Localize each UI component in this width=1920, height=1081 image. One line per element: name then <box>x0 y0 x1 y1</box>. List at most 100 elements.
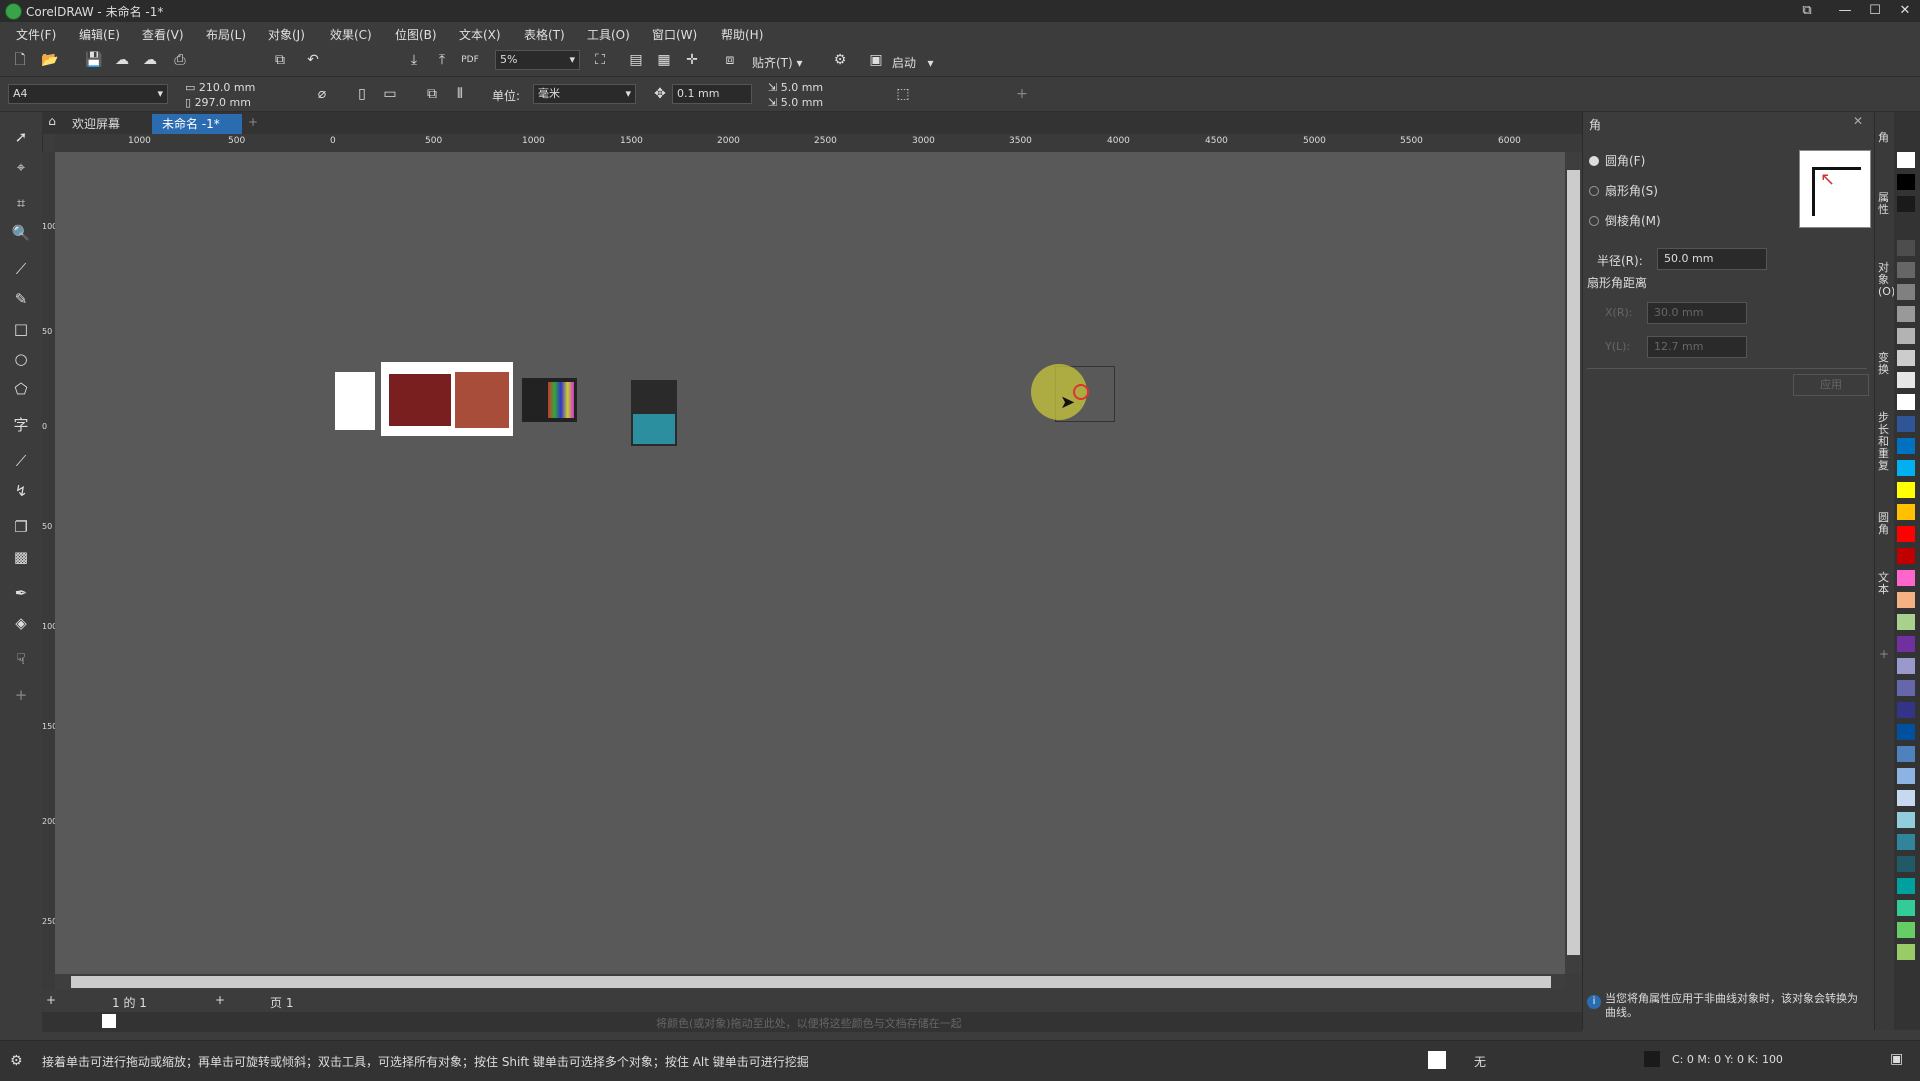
pick-tool-icon[interactable]: ➚ <box>10 126 32 148</box>
rectangle-tool-icon[interactable]: □ <box>10 318 32 340</box>
color-swatch[interactable] <box>1897 790 1915 806</box>
freehand-tool-icon[interactable]: ⟋ <box>10 258 32 280</box>
drop-shadow-tool-icon[interactable]: ❐ <box>10 516 32 538</box>
undo-icon[interactable]: ↶ <box>303 50 323 70</box>
page-width-field[interactable]: ▭ 210.0 mm <box>185 81 295 95</box>
color-swatch[interactable] <box>1897 702 1915 718</box>
copy-icon[interactable]: ⧉ <box>270 50 290 70</box>
color-swatch[interactable] <box>1897 262 1915 278</box>
all-pages-icon[interactable]: ⌀ <box>312 84 332 104</box>
docker-tab-step-repeat[interactable]: 步长和重复 <box>1878 412 1892 472</box>
menu-layout[interactable]: 布局(L) <box>206 26 246 43</box>
color-swatch[interactable] <box>1897 152 1915 168</box>
color-swatch[interactable] <box>1897 174 1915 190</box>
color-swatch[interactable] <box>1897 328 1915 344</box>
launch-dropdown[interactable]: 启动 ▾ <box>892 54 933 71</box>
color-swatch[interactable] <box>1897 350 1915 366</box>
interactive-fill-icon[interactable]: ◈ <box>10 612 32 634</box>
drawing-canvas[interactable]: ➤ <box>55 152 1565 974</box>
maximize-button[interactable]: ☐ <box>1860 0 1890 22</box>
color-swatch[interactable] <box>1897 196 1915 212</box>
artistic-media-icon[interactable]: ✎ <box>10 288 32 310</box>
home-icon[interactable]: ⌂ <box>42 114 62 128</box>
image-object-pencils[interactable] <box>522 378 577 422</box>
menu-effects[interactable]: 效果(C) <box>330 26 372 43</box>
page-border-icon[interactable]: ⬚ <box>893 84 913 104</box>
landscape-icon[interactable]: ▭ <box>380 84 400 104</box>
close-button[interactable]: ✕ <box>1890 0 1920 22</box>
duplicate-y-field[interactable]: ⇲ 5.0 mm <box>768 96 878 110</box>
document-palette[interactable]: 将颜色(或对象)拖动至此处，以便将这些颜色与文档存储在一起 <box>42 1012 1582 1032</box>
restore-panel-icon[interactable]: ⧉ <box>1792 0 1822 22</box>
settings-gear-icon[interactable]: ⚙ <box>10 1053 23 1069</box>
duplicate-x-field[interactable]: ⇲ 5.0 mm <box>768 81 878 95</box>
color-swatch[interactable] <box>1897 614 1915 630</box>
nudge-distance-field[interactable]: 0.1 mm <box>672 84 752 104</box>
connector-tool-icon[interactable]: ↯ <box>10 480 32 502</box>
new-document-icon[interactable]: 🗋 <box>10 50 30 70</box>
menu-tools[interactable]: 工具(O) <box>587 26 630 43</box>
layout-page-icon[interactable]: ⧉ <box>422 84 442 104</box>
new-tab-icon[interactable]: + <box>248 115 258 129</box>
color-swatch[interactable] <box>1897 746 1915 762</box>
menu-view[interactable]: 查看(V) <box>142 26 184 43</box>
color-swatch[interactable] <box>1897 218 1915 234</box>
docker-tab-text[interactable]: 文本 <box>1878 572 1892 596</box>
horizontal-ruler[interactable]: 1000 500 0 500 1000 1500 2000 2500 3000 … <box>55 134 1582 153</box>
pdf-icon[interactable]: PDF <box>460 50 480 70</box>
outline-color-swatch[interactable] <box>1644 1051 1660 1067</box>
cloud-download-icon[interactable]: ☁ <box>112 50 132 70</box>
text-tool-icon[interactable]: 字 <box>10 414 32 436</box>
color-proof-icon[interactable]: ▣ <box>1890 1051 1903 1067</box>
options-gear-icon[interactable]: ⚙ <box>830 50 850 70</box>
unit-select[interactable]: 毫米 ▾ <box>533 84 636 104</box>
tab-document[interactable]: 未命名 -1* <box>152 114 242 134</box>
color-swatch[interactable] <box>1897 548 1915 564</box>
fill-swatch[interactable] <box>1428 1051 1446 1069</box>
color-swatch[interactable] <box>1897 416 1915 432</box>
image-object-card[interactable] <box>631 380 677 446</box>
page-height-field[interactable]: ▯ 297.0 mm <box>185 96 295 110</box>
chamfer-corner-radio[interactable] <box>1589 216 1599 226</box>
round-corner-radio[interactable] <box>1589 156 1599 166</box>
radius-input[interactable]: 50.0 mm <box>1657 248 1767 270</box>
nudge-icon[interactable]: ✥ <box>650 84 670 104</box>
full-screen-icon[interactable]: ⛶ <box>590 50 610 70</box>
dimension-tool-icon[interactable]: ⟋ <box>10 450 32 472</box>
add-icon[interactable]: + <box>1012 84 1032 104</box>
docker-tab-fillet[interactable]: 圆角 <box>1878 512 1892 536</box>
minimize-button[interactable]: — <box>1830 0 1860 22</box>
color-swatch[interactable] <box>1897 658 1915 674</box>
open-icon[interactable]: 📂 <box>40 50 60 70</box>
polygon-tool-icon[interactable]: ⬠ <box>10 378 32 400</box>
color-swatch[interactable] <box>1897 812 1915 828</box>
add-page-after-icon[interactable]: + <box>215 993 225 1007</box>
color-swatch[interactable] <box>1897 394 1915 410</box>
crop-tool-icon[interactable]: ⌗ <box>10 192 32 214</box>
docker-tab-transform[interactable]: 变换 <box>1878 352 1892 376</box>
field2-input[interactable]: 12.7 mm <box>1647 336 1747 358</box>
menu-table[interactable]: 表格(T) <box>524 26 565 43</box>
color-swatch[interactable] <box>1897 724 1915 740</box>
import-icon[interactable]: ⤓ <box>404 50 424 70</box>
tab-welcome-screen[interactable]: 欢迎屏幕 <box>62 114 130 134</box>
ellipse-tool-icon[interactable]: ○ <box>10 348 32 370</box>
snap-icon[interactable]: ⧈ <box>720 50 740 70</box>
docker-close-icon[interactable]: ✕ <box>1853 114 1863 128</box>
transparency-tool-icon[interactable]: ▩ <box>10 546 32 568</box>
guidelines-icon[interactable]: ✛ <box>682 50 702 70</box>
menu-window[interactable]: 窗口(W) <box>652 26 697 43</box>
docker-tab-properties[interactable]: 属性 <box>1878 192 1892 216</box>
smart-fill-icon[interactable]: ☟ <box>10 648 32 670</box>
menu-help[interactable]: 帮助(H) <box>721 26 763 43</box>
color-swatch[interactable] <box>1897 944 1915 960</box>
add-page-icon[interactable]: + <box>46 993 56 1007</box>
menu-bitmaps[interactable]: 位图(B) <box>395 26 437 43</box>
image-object-posters[interactable] <box>381 362 513 436</box>
zoom-tool-icon[interactable]: 🔍 <box>10 222 32 244</box>
color-swatch[interactable] <box>1897 856 1915 872</box>
portrait-icon[interactable]: ▯ <box>352 84 372 104</box>
cloud-upload-icon[interactable]: ☁ <box>140 50 160 70</box>
menu-text[interactable]: 文本(X) <box>459 26 501 43</box>
apply-button[interactable]: 应用 <box>1793 374 1869 396</box>
